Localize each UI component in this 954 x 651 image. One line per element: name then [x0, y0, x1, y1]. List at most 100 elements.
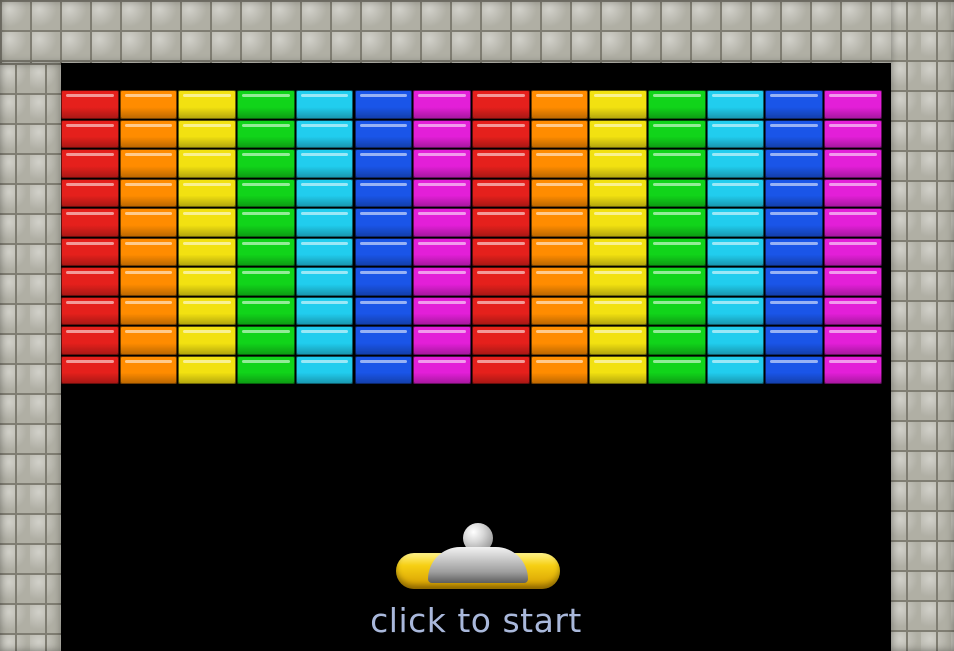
brick-blue [765, 208, 824, 237]
brick-yellow [589, 267, 647, 296]
brick-orange [119, 208, 178, 237]
brick-blue [765, 178, 824, 207]
brick-red [61, 296, 119, 325]
stone-wall-left [0, 63, 61, 651]
brick-green [237, 119, 295, 148]
brick-red [61, 208, 119, 237]
brick-yellow [589, 326, 647, 355]
brick-orange [119, 267, 178, 296]
brick-yellow [178, 119, 237, 148]
brick-green [237, 149, 295, 178]
brick-red [61, 267, 119, 296]
brick-red [471, 267, 530, 296]
brick-magenta [413, 208, 471, 237]
brick-magenta [413, 178, 471, 207]
brick-green [237, 178, 295, 207]
brick-cyan [295, 237, 354, 266]
brick-magenta [824, 119, 882, 148]
brick-yellow [178, 296, 237, 325]
brick-green [237, 326, 295, 355]
brick-magenta [824, 355, 882, 384]
paddle-dome [428, 547, 528, 583]
brick-green [648, 267, 706, 296]
brick-cyan [706, 326, 765, 355]
brick-orange [530, 355, 589, 384]
brick-yellow [589, 90, 647, 119]
brick-cyan [295, 208, 354, 237]
brick-orange [119, 178, 178, 207]
brick-green [237, 90, 295, 119]
brick-magenta [413, 267, 471, 296]
brick-magenta [413, 119, 471, 148]
brick-magenta [824, 90, 882, 119]
brick-cyan [295, 326, 354, 355]
brick-orange [530, 208, 589, 237]
brick-orange [530, 326, 589, 355]
brick-cyan [706, 237, 765, 266]
brick-red [471, 208, 530, 237]
brick-green [648, 326, 706, 355]
brick-red [471, 237, 530, 266]
brick-yellow [178, 267, 237, 296]
brick-green [237, 296, 295, 325]
stone-wall-top [0, 0, 954, 63]
brick-cyan [706, 119, 765, 148]
brick-orange [530, 149, 589, 178]
brick-magenta [824, 296, 882, 325]
brick-cyan [295, 119, 354, 148]
brick-red [61, 326, 119, 355]
brick-cyan [706, 355, 765, 384]
brick-orange [119, 237, 178, 266]
brick-yellow [178, 326, 237, 355]
brick-red [471, 119, 530, 148]
brick-green [237, 267, 295, 296]
brick-red [61, 178, 119, 207]
brick-red [61, 237, 119, 266]
brick-green [648, 296, 706, 325]
brick-green [237, 208, 295, 237]
brick-orange [530, 296, 589, 325]
brick-magenta [824, 178, 882, 207]
brick-orange [530, 178, 589, 207]
brick-cyan [295, 178, 354, 207]
brick-blue [354, 326, 413, 355]
brick-blue [354, 208, 413, 237]
brick-green [237, 355, 295, 384]
brick-yellow [178, 208, 237, 237]
brick-blue [765, 355, 824, 384]
playfield[interactable]: click to start [61, 63, 891, 651]
brick-green [648, 355, 706, 384]
brick-red [471, 149, 530, 178]
game-canvas[interactable]: click to start [0, 0, 954, 651]
brick-yellow [178, 90, 237, 119]
brick-cyan [295, 355, 354, 384]
brick-cyan [295, 267, 354, 296]
brick-blue [354, 296, 413, 325]
brick-cyan [706, 267, 765, 296]
brick-cyan [706, 296, 765, 325]
brick-yellow [178, 237, 237, 266]
brick-cyan [295, 90, 354, 119]
brick-blue [765, 267, 824, 296]
brick-blue [765, 149, 824, 178]
click-to-start-label[interactable]: click to start [61, 601, 891, 640]
brick-orange [119, 296, 178, 325]
brick-magenta [413, 326, 471, 355]
brick-orange [530, 90, 589, 119]
brick-orange [119, 326, 178, 355]
brick-yellow [589, 149, 647, 178]
paddle[interactable] [396, 547, 560, 589]
brick-green [648, 119, 706, 148]
brick-magenta [413, 149, 471, 178]
brick-yellow [589, 178, 647, 207]
brick-magenta [413, 237, 471, 266]
brick-red [471, 326, 530, 355]
brick-blue [354, 90, 413, 119]
brick-green [648, 208, 706, 237]
brick-cyan [706, 149, 765, 178]
brick-magenta [824, 237, 882, 266]
brick-cyan [295, 149, 354, 178]
brick-cyan [706, 178, 765, 207]
brick-blue [354, 149, 413, 178]
brick-yellow [589, 355, 647, 384]
